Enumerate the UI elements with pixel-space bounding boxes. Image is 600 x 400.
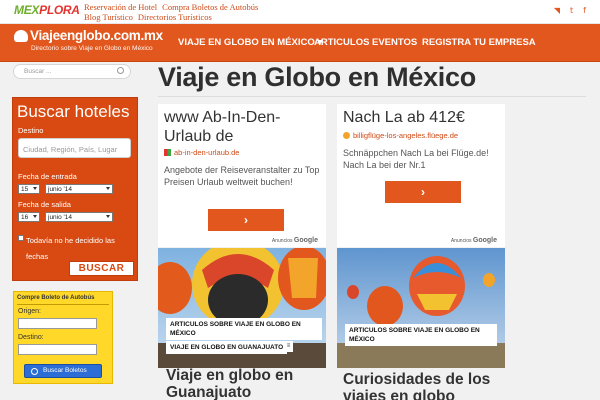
page: MEXPLORA Reservación de Hotel Compra Bole… xyxy=(0,0,600,400)
ad-description: Schnäppchen Nach La bei Flüge.de! Nach L… xyxy=(343,148,489,170)
hotel-search-box: Buscar hoteles Destino Ciudad, Región, P… xyxy=(12,97,138,281)
origen-label: Origen: xyxy=(18,308,41,315)
article-card[interactable]: ARTICULOS SOBRE VIAJE EN GLOBO EN MÉXICO… xyxy=(158,248,326,368)
twitter-icon[interactable]: t xyxy=(570,6,573,15)
hotel-search-title: Buscar hoteles xyxy=(17,102,130,121)
mexplora-logo[interactable]: MEXPLORA xyxy=(14,3,80,20)
bus-title: Compre Boleto de Autobús xyxy=(17,295,95,301)
ad-block[interactable]: www Ab-In-Den-Urlaub de ab-in-den-urlaub… xyxy=(158,104,326,247)
site-tagline: Directorio sobre Viaje en Globo en Méxic… xyxy=(31,45,153,52)
nav-item-registra[interactable]: REGISTRA TU EMPRESA xyxy=(422,37,536,48)
ads-by-google[interactable]: Anuncios Google xyxy=(272,237,318,244)
top-bar: MEXPLORA Reservación de Hotel Compra Bole… xyxy=(0,0,600,24)
ad-arrow-button[interactable]: › xyxy=(385,181,461,203)
destino-label: Destino xyxy=(18,126,44,135)
salida-day-select[interactable]: 16 xyxy=(18,212,40,222)
entrada-month-select[interactable]: junio '14 xyxy=(45,184,113,194)
top-links: Reservación de Hotel Compra Boletos de Au… xyxy=(84,2,294,22)
entrada-day-select[interactable]: 15 xyxy=(18,184,40,194)
entrada-label: Fecha de entrada xyxy=(18,172,77,181)
article-card[interactable]: ARTICULOS SOBRE VIAJE EN GLOBO EN MÉXICO xyxy=(337,248,505,368)
rss-icon[interactable]: ◥ xyxy=(554,6,560,15)
favicon-icon xyxy=(343,132,350,139)
ad-headline[interactable]: Nach La ab 412€ xyxy=(343,108,501,127)
bus-ticket-box: Compre Boleto de Autobús Origen: Destino… xyxy=(13,291,113,384)
category-label[interactable]: ARTICULOS SOBRE VIAJE EN GLOBO EN MÉXICO xyxy=(166,318,322,340)
favicon-icon xyxy=(164,149,171,156)
buscar-boletos-button[interactable]: Buscar Boletos xyxy=(24,364,102,378)
ad-description: Angebote der Reiseveranstalter zu Top Pr… xyxy=(164,165,320,187)
ad-url[interactable]: ab-in-den-urlaub.de xyxy=(164,148,239,157)
site-name: Viajeenglobo.com.mx xyxy=(30,28,163,43)
ad-url[interactable]: billigflüge-los-angeles.flüege.de xyxy=(343,131,458,140)
article-title[interactable]: Viaje en globo en Guanajuato xyxy=(166,367,326,400)
nav-item-eventos[interactable]: EVENTOS xyxy=(372,37,417,48)
social-links: ◥ t f xyxy=(544,6,586,15)
bus-destino-input[interactable] xyxy=(18,344,97,355)
search-placeholder: Buscar ... xyxy=(24,68,52,75)
buscar-hoteles-button[interactable]: BUSCAR xyxy=(69,261,134,276)
top-link-directories[interactable]: Directorios Turísticos xyxy=(138,12,212,22)
divider xyxy=(17,304,109,305)
search-icon[interactable] xyxy=(117,67,124,74)
nav-item-viaje-en-globo[interactable]: VIAJE EN GLOBO EN MÉXICO ▾ xyxy=(178,37,322,48)
ad-block[interactable]: Nach La ab 412€ billigflüge-los-angeles.… xyxy=(337,104,505,247)
search-input[interactable]: Buscar ... xyxy=(13,64,131,79)
undecided-checkbox[interactable] xyxy=(18,235,24,241)
origen-input[interactable] xyxy=(18,318,97,329)
site-header: Viajeenglobo.com.mx Directorio sobre Via… xyxy=(0,24,600,62)
category-label[interactable]: ARTICULOS SOBRE VIAJE EN GLOBO EN MÉXICO xyxy=(345,324,497,346)
ad-headline[interactable]: www Ab-In-Den-Urlaub de xyxy=(164,108,322,146)
salida-label: Fecha de salida xyxy=(18,200,71,209)
ads-by-google[interactable]: Anuncios Google xyxy=(451,237,497,244)
nav-item-articulos[interactable]: ARTICULOS xyxy=(314,37,369,48)
top-link-blog[interactable]: Blog Turístico xyxy=(84,12,133,22)
facebook-icon[interactable]: f xyxy=(583,6,586,15)
menu-icon[interactable]: ≡ xyxy=(284,341,293,352)
divider xyxy=(158,96,586,97)
top-link-hotel[interactable]: Reservación de Hotel xyxy=(84,2,157,12)
salida-month-select[interactable]: junio '14 xyxy=(45,212,113,222)
article-title[interactable]: Curiosidades de los viajes en globo xyxy=(343,371,503,400)
bus-destino-label: Destino: xyxy=(18,334,44,341)
article-image[interactable] xyxy=(337,248,505,368)
balloon-icon xyxy=(14,30,28,42)
ad-arrow-button[interactable]: › xyxy=(208,209,284,231)
tag-label[interactable]: VIAJE EN GLOBO EN GUANAJUATO xyxy=(166,341,288,354)
site-logo[interactable]: Viajeenglobo.com.mx Directorio sobre Via… xyxy=(14,27,164,57)
destino-input[interactable]: Ciudad, Región, País, Lugar xyxy=(18,138,131,158)
top-link-bus[interactable]: Compra Boletos de Autobús xyxy=(162,2,258,12)
page-title: Viaje en Globo en México xyxy=(158,62,476,92)
